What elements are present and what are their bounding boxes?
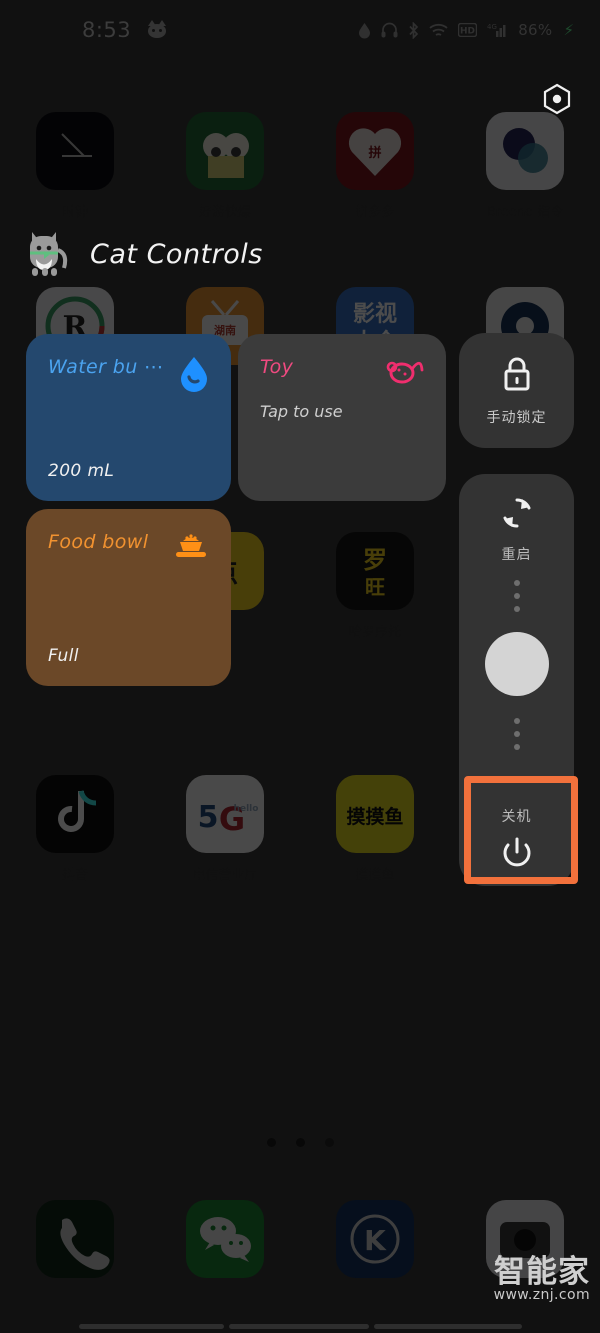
water-drop-icon <box>179 356 209 396</box>
momoyu-app-icon: 摸摸鱼 <box>336 775 414 853</box>
power-off-option[interactable]: 关机 <box>459 794 574 886</box>
clock-app-icon <box>36 112 114 190</box>
page-title: Cat Controls <box>90 238 263 270</box>
watermark-brand: 智能家 <box>494 1253 590 1290</box>
page-dot[interactable] <box>266 1138 276 1147</box>
status-time: 8:53 <box>82 18 132 42</box>
card-water-bucket[interactable]: Water bu ⋯ 200 mL <box>26 334 231 501</box>
douyin-app-icon <box>36 775 114 853</box>
page-dot[interactable] <box>295 1138 305 1147</box>
app-pinduoduo[interactable]: 拼 拼多多 <box>300 112 450 220</box>
power-icon <box>500 836 534 874</box>
signal-4g-icon: 4G <box>487 22 506 38</box>
hexagon-gear-icon[interactable] <box>541 83 573 115</box>
svg-text:旺: 旺 <box>365 575 385 599</box>
svg-text:影视: 影视 <box>353 301 397 327</box>
svg-text:4G: 4G <box>487 23 497 31</box>
restart-option[interactable]: 重启 <box>500 496 534 564</box>
wifi-icon <box>429 23 448 38</box>
app-label: 好游快爆 <box>198 205 251 220</box>
watermark: 智能家 www.znj.com <box>494 1256 590 1303</box>
slider-handle[interactable] <box>484 632 549 696</box>
manual-lock-button[interactable]: 手动锁定 <box>459 333 574 448</box>
padlock-icon <box>501 355 533 397</box>
haoyou-app-icon <box>186 112 264 190</box>
app-momoyu[interactable]: 摸摸鱼 摸摸鱼 <box>300 775 450 883</box>
headphones-icon <box>381 22 398 38</box>
page-indicator <box>0 1138 600 1147</box>
watermark-url: www.znj.com <box>493 1287 590 1304</box>
card-subtitle: Tap to use <box>260 402 343 421</box>
card-title: Water bu ⋯ <box>48 356 164 378</box>
nav-home-area[interactable] <box>228 1323 369 1329</box>
nav-back-area[interactable] <box>78 1323 224 1329</box>
hellobike-app-icon: 罗旺 <box>336 532 414 610</box>
cat-face-icon <box>147 20 167 38</box>
slider-dots-top <box>513 580 520 612</box>
app-label: 哈罗序托 <box>348 625 401 640</box>
status-bar: 8:53 HD 4G 86% ⚡ <box>0 0 600 60</box>
breeno-app-icon <box>486 112 564 190</box>
gray-cat-mascot-icon <box>22 226 78 282</box>
telecom-5g-app-icon: 5 Ghello <box>186 775 264 853</box>
food-bowl-icon <box>173 531 209 565</box>
app-label: 摸摸鱼 <box>355 868 395 883</box>
svg-text:拼: 拼 <box>368 145 381 161</box>
manual-lock-label: 手动锁定 <box>486 409 547 426</box>
svg-text:摸摸鱼: 摸摸鱼 <box>346 805 403 828</box>
battery-percent: 86% <box>518 21 553 39</box>
kuaishou-app-icon: K <box>336 1200 414 1278</box>
app-douyin[interactable]: 抖音 <box>0 775 150 883</box>
restart-icon <box>500 496 534 534</box>
app-label: 时钟 <box>61 205 88 220</box>
card-food-bowl[interactable]: Food bowl Full <box>26 509 231 686</box>
app-haoyou[interactable]: 好游快爆 <box>150 112 300 220</box>
app-telecom[interactable]: 5 Ghello 电信营业厅 <box>150 775 300 883</box>
app-clock[interactable]: 时钟 <box>0 112 150 220</box>
power-slider[interactable]: 重启 关机 <box>459 474 574 886</box>
charging-bolt-icon: ⚡ <box>563 21 574 39</box>
app-label: 抖音 <box>61 868 88 883</box>
app-label: Breeno 指令 <box>486 205 564 220</box>
app-row-1: 时钟 好游快爆 拼 拼多多 Breeno 指令 <box>0 112 600 220</box>
card-title: Toy <box>260 356 294 378</box>
app-label: 拼多多 <box>355 205 395 220</box>
restart-label: 重启 <box>501 547 532 563</box>
wechat-app-icon <box>186 1200 264 1278</box>
phone-screen: 时钟 好游快爆 拼 拼多多 Breeno 指令 R 湖南 影视 罗 旺 哈罗序托… <box>0 0 600 1333</box>
svg-text:罗: 罗 <box>363 546 387 574</box>
nav-recents-area[interactable] <box>373 1323 522 1329</box>
water-drop-icon <box>358 22 371 39</box>
mouse-toy-icon <box>386 356 424 388</box>
app-hellobike[interactable]: 罗旺 哈罗序托 <box>300 532 450 640</box>
hd-icon: HD <box>458 23 478 37</box>
card-title: Food bowl <box>48 531 149 553</box>
app-breeno[interactable]: Breeno 指令 <box>450 112 600 220</box>
app-label: 电信营业厅 <box>192 868 258 883</box>
dock-app-phone[interactable] <box>0 1200 150 1289</box>
card-toy[interactable]: Toy Tap to use <box>238 334 446 501</box>
dock-app-kuaishou[interactable]: K <box>300 1200 450 1289</box>
card-value: 200 mL <box>48 461 115 481</box>
card-value: Full <box>48 646 79 666</box>
bluetooth-icon <box>408 21 419 39</box>
pinduoduo-app-icon: 拼 <box>336 112 414 190</box>
svg-text:K: K <box>364 1224 387 1257</box>
phone-app-icon <box>36 1200 114 1278</box>
slider-dots-bottom <box>513 718 520 750</box>
page-dot-active[interactable] <box>324 1138 334 1147</box>
navigation-bar <box>0 1319 600 1333</box>
power-off-label: 关机 <box>501 809 532 825</box>
dock-app-wechat[interactable] <box>150 1200 300 1289</box>
svg-text:HD: HD <box>460 27 475 37</box>
svg-text:5: 5 <box>198 800 219 835</box>
cat-controls-header: Cat Controls <box>22 226 263 282</box>
svg-text:hello: hello <box>234 804 259 814</box>
status-icons: HD 4G 86% ⚡ <box>358 21 574 39</box>
